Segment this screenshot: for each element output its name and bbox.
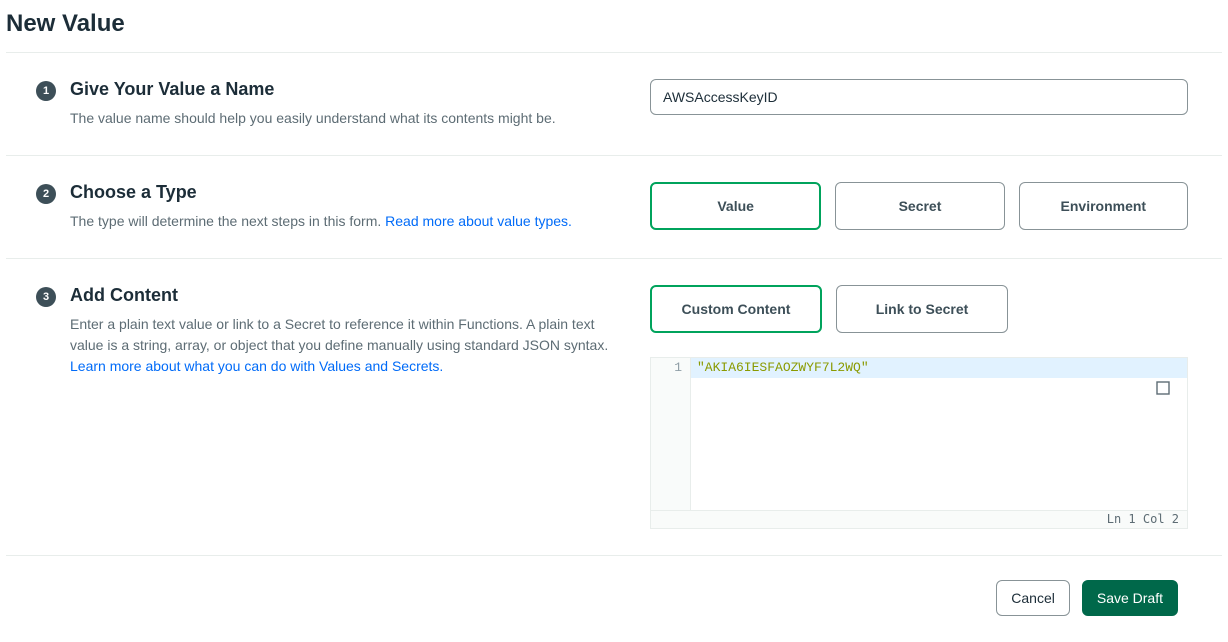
step-3-heading: Add Content [70,285,626,306]
type-environment-button[interactable]: Environment [1019,182,1188,230]
editor-gutter: 1 [651,358,691,510]
editor-content-area[interactable]: "AKIA6IESFAOZWYF7L2WQ" [691,358,1187,510]
code-editor[interactable]: 1 "AKIA6IESFAOZWYF7L2WQ" Ln 1 Col 2 [650,357,1188,529]
save-draft-button[interactable]: Save Draft [1082,580,1178,616]
step-3-desc: Enter a plain text value or link to a Se… [70,314,626,377]
step-2-badge: 2 [36,184,56,204]
code-string: "AKIA6IESFAOZWYF7L2WQ" [697,360,869,375]
type-secret-button[interactable]: Secret [835,182,1004,230]
step-2-section: 2 Choose a Type The type will determine … [6,156,1222,258]
step-3-badge: 3 [36,287,56,307]
cancel-button[interactable]: Cancel [996,580,1070,616]
expand-icon[interactable] [1155,380,1171,396]
step-2-desc: The type will determine the next steps i… [70,211,572,232]
read-more-value-types-link[interactable]: Read more about value types. [385,213,572,229]
custom-content-button[interactable]: Custom Content [650,285,822,333]
line-number: 1 [651,360,682,375]
step-1-heading: Give Your Value a Name [70,79,556,100]
step-3-desc-text: Enter a plain text value or link to a Se… [70,316,608,353]
value-name-input[interactable] [650,79,1188,115]
editor-status-bar: Ln 1 Col 2 [651,510,1187,528]
step-2-desc-text: The type will determine the next steps i… [70,213,385,229]
type-value-button[interactable]: Value [650,182,821,230]
step-2-heading: Choose a Type [70,182,572,203]
footer-actions: Cancel Save Draft [6,556,1222,640]
step-1-section: 1 Give Your Value a Name The value name … [6,53,1222,155]
learn-more-values-secrets-link[interactable]: Learn more about what you can do with Va… [70,358,443,374]
page-title: New Value [6,0,1222,52]
link-to-secret-button[interactable]: Link to Secret [836,285,1008,333]
step-3-section: 3 Add Content Enter a plain text value o… [6,259,1222,555]
step-1-desc: The value name should help you easily un… [70,108,556,129]
step-1-badge: 1 [36,81,56,101]
